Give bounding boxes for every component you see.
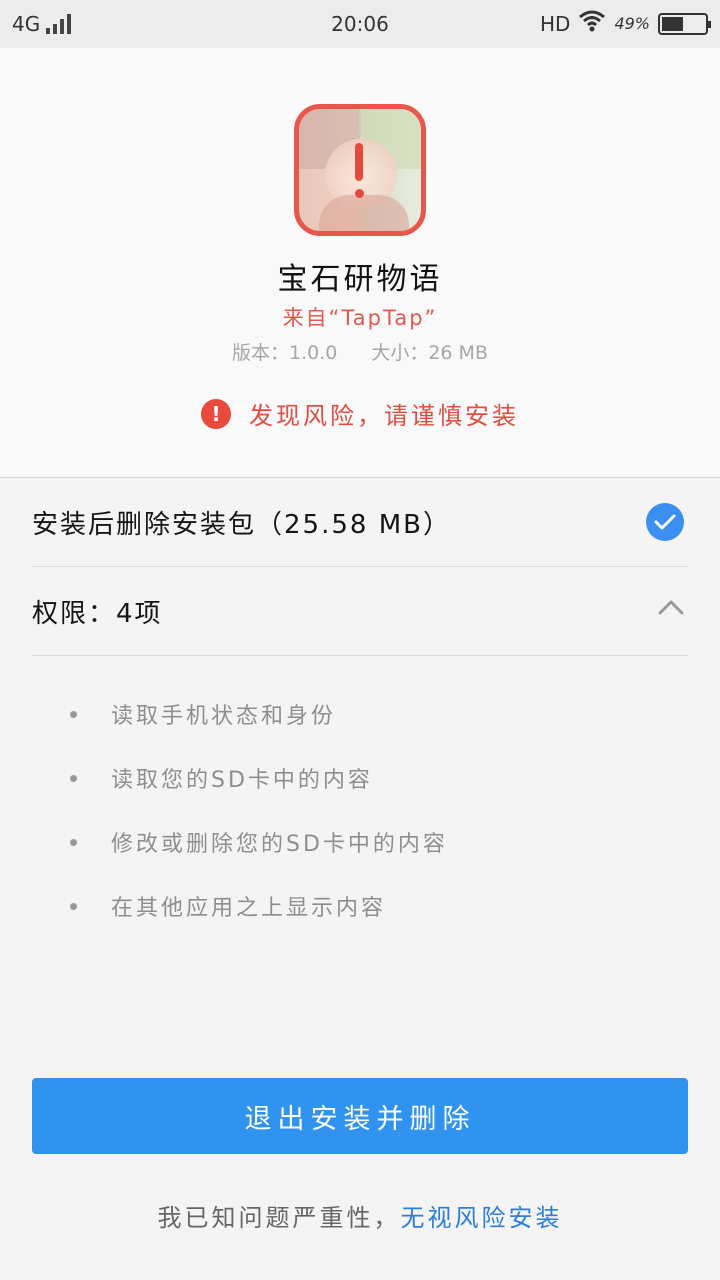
app-icon: [294, 104, 426, 236]
app-size: 大小：26 MB: [371, 342, 488, 364]
bullet-icon: [70, 838, 77, 846]
battery-fill: [662, 16, 683, 31]
bullet-icon: [70, 774, 77, 782]
app-name: 宝石研物语: [277, 262, 443, 297]
permission-text: 读取您的SD卡中的内容: [111, 768, 373, 793]
permissions-label: 权限：4项: [32, 598, 163, 629]
list-item: 读取手机状态和身份: [70, 682, 670, 746]
checkmark-icon[interactable]: [646, 503, 684, 541]
battery-icon: [658, 12, 711, 35]
permission-list: 读取手机状态和身份 读取您的SD卡中的内容 修改或删除您的SD卡中的内容 在其他…: [70, 682, 670, 938]
status-bar: 4G 20:06 HD 49%: [0, 0, 720, 48]
app-version: 版本：1.0.0: [231, 342, 338, 364]
app-info-header: 宝石研物语 来自“TapTap” 版本：1.0.0 大小：26 MB ! 发现风…: [0, 48, 720, 478]
delete-package-label: 安装后删除安装包（25.58 MB）: [32, 509, 451, 540]
app-source: 来自“TapTap”: [282, 306, 438, 330]
bullet-icon: [70, 902, 77, 910]
permission-text: 在其他应用之上显示内容: [111, 896, 387, 921]
permissions-toggle[interactable]: 权限：4项: [32, 567, 688, 656]
permission-text: 读取手机状态和身份: [111, 704, 337, 729]
app-meta: 版本：1.0.0 大小：26 MB: [0, 338, 720, 365]
exit-and-delete-button[interactable]: 退出安装并删除: [32, 1078, 688, 1154]
footer: 我已知问题严重性，无视风险安装: [0, 1198, 720, 1233]
list-item: 读取您的SD卡中的内容: [70, 746, 670, 810]
app-icon-art-body: [319, 195, 409, 231]
list-item: 修改或删除您的SD卡中的内容: [70, 810, 670, 874]
wifi-icon: [578, 10, 606, 37]
permission-text: 修改或删除您的SD卡中的内容: [111, 832, 448, 857]
delete-package-option[interactable]: 安装后删除安装包（25.58 MB）: [32, 478, 688, 567]
risk-warning: ! 发现风险，请谨慎安装: [0, 396, 720, 431]
chevron-up-icon[interactable]: [658, 599, 684, 615]
bullet-icon: [70, 710, 77, 718]
battery-percent: 49%: [614, 14, 650, 33]
ignore-risk-install-link[interactable]: 无视风险安装: [401, 1204, 563, 1232]
status-right: HD 49%: [539, 10, 711, 37]
risk-message: 发现风险，请谨慎安装: [249, 402, 519, 430]
alert-circle-icon: !: [201, 398, 231, 429]
hd-indicator: HD: [539, 11, 571, 36]
warning-exclamation-icon: [355, 143, 365, 198]
footer-text: 我已知问题严重性，: [157, 1204, 401, 1232]
list-item: 在其他应用之上显示内容: [70, 874, 670, 938]
